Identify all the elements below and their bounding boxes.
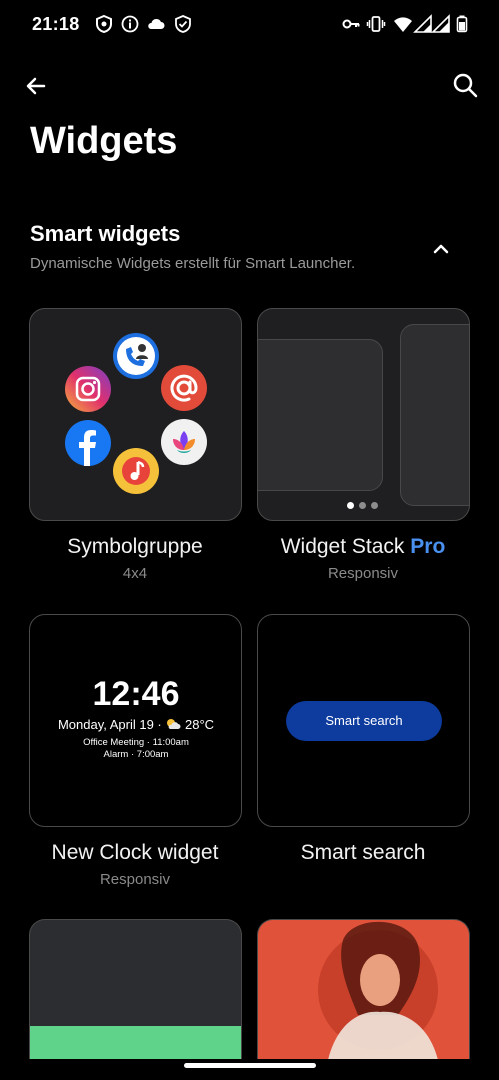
pager-dot: [359, 502, 366, 509]
widget-card-partial-photo[interactable]: [257, 919, 470, 1059]
chevron-up-icon[interactable]: [430, 238, 452, 260]
widget-card-symbolgruppe[interactable]: [29, 308, 242, 521]
cloud-icon: [146, 14, 166, 34]
section-title: Smart widgets: [30, 221, 181, 246]
instagram-icon: [65, 366, 111, 412]
widget-card-partial[interactable]: [29, 919, 242, 1059]
widget-sub-symbolgruppe: 4x4: [122, 565, 148, 582]
shield-check-icon: [173, 14, 193, 34]
wifi-icon: [393, 14, 413, 34]
widget-sub-clock: Responsiv: [99, 871, 171, 888]
photo-preview: [318, 921, 438, 1059]
search-icon[interactable]: [451, 71, 479, 99]
status-time: 21:18: [32, 14, 80, 34]
facebook-icon: [65, 420, 111, 466]
pro-badge: Pro: [410, 535, 446, 558]
page-title: Widgets: [30, 120, 178, 162]
widget-card-smart-search[interactable]: Smart search: [257, 614, 470, 827]
smart-search-pill: Smart search: [286, 701, 442, 741]
vibrate-icon: [366, 14, 386, 34]
clock-event: Office Meeting · 11:00am: [83, 737, 189, 748]
back-arrow-icon[interactable]: [22, 72, 50, 100]
clock-alarm: Alarm · 7:00am: [103, 749, 169, 760]
battery-icon: [452, 14, 472, 34]
info-icon: [120, 14, 140, 34]
clock-date: Monday, April 19 · 28°C: [57, 717, 215, 732]
widget-card-clock[interactable]: 12:46 Monday, April 19 · 28°C Office Mee…: [29, 614, 242, 827]
section-subtitle: Dynamische Widgets erstellt für Smart La…: [30, 255, 356, 272]
widget-label-clock: New Clock widget: [51, 841, 219, 864]
signal-icon: [413, 14, 433, 34]
widget-sub-widget-stack: Responsiv: [327, 565, 399, 582]
phone-contacts-icon: [113, 333, 159, 379]
stack-page-preview: [400, 324, 469, 506]
vpn-key-icon: [341, 14, 361, 34]
widget-label-symbolgruppe: Symbolgruppe: [67, 535, 203, 558]
stack-page-preview: [258, 339, 383, 491]
widget-preview-accent: [30, 1026, 241, 1059]
widget-label-widget-stack: Widget Stack Pro: [280, 535, 446, 558]
pager-dot: [371, 502, 378, 509]
widget-label-smart-search: Smart search: [300, 841, 426, 864]
status-bar: 21:18: [0, 0, 499, 50]
gesture-nav-handle[interactable]: [184, 1063, 316, 1068]
lotus-icon: [161, 419, 207, 465]
email-at-icon: [161, 365, 207, 411]
signal-icon: [431, 14, 451, 34]
clock-time: 12:46: [92, 675, 180, 713]
widget-card-widget-stack[interactable]: [257, 308, 470, 521]
partly-cloudy-icon: [165, 718, 181, 730]
shield-badge-icon: [94, 14, 114, 34]
pager-dot-active: [347, 502, 354, 509]
music-icon: [113, 448, 159, 494]
